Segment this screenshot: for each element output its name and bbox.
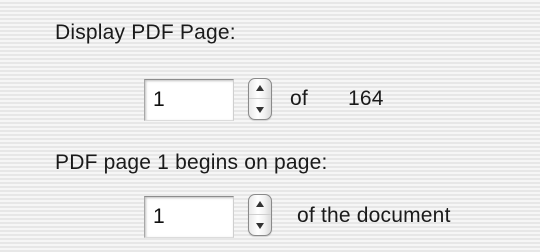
begins-on-page-stepper[interactable] — [248, 194, 272, 236]
of-the-document-label: of the document — [297, 204, 451, 227]
triangle-up-icon — [256, 85, 264, 91]
triangle-up-icon — [256, 201, 264, 207]
display-pdf-page-label: Display PDF Page: — [55, 21, 236, 44]
triangle-down-icon — [256, 107, 264, 113]
display-page-input[interactable] — [144, 79, 234, 121]
begins-on-page-stepper-up[interactable] — [249, 195, 271, 215]
display-page-stepper[interactable] — [248, 78, 272, 120]
display-page-stepper-down[interactable] — [249, 98, 271, 119]
total-pages-value: 164 — [348, 87, 384, 110]
triangle-down-icon — [256, 223, 264, 229]
begins-on-page-stepper-down[interactable] — [249, 214, 271, 235]
of-label: of — [290, 87, 308, 110]
pdf-page-begins-label: PDF page 1 begins on page: — [55, 151, 328, 174]
display-page-stepper-up[interactable] — [249, 79, 271, 99]
begins-on-page-input[interactable] — [144, 196, 234, 238]
